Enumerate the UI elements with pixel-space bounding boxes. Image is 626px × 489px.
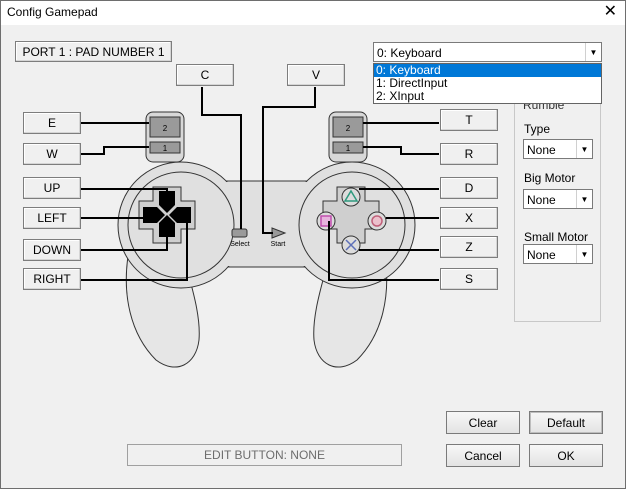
circle-icon [371,215,383,227]
rumble-type-select[interactable]: None ▼ [523,139,593,159]
key-right[interactable]: RIGHT [23,268,81,290]
default-button[interactable]: Default [529,411,603,434]
chevron-down-icon[interactable]: ▼ [576,245,592,263]
edit-status: EDIT BUTTON: NONE [127,444,402,466]
right-shoulder-buttons: 2 1 [328,111,368,163]
l1-label: 1 [163,144,168,153]
close-icon[interactable]: ✕ [604,3,617,21]
window-title: Config Gamepad [7,5,98,19]
start-label: Start [271,241,286,248]
dialog-body: 2 1 2 1 Select Start PORT 1: PAD NUMBER… [1,25,625,488]
clear-button[interactable]: Clear [446,411,520,434]
key-r2[interactable]: T [440,109,498,131]
key-select[interactable]: C [176,64,234,86]
key-start[interactable]: V [287,64,345,86]
device-select-value: 0: Keyboard [377,46,442,60]
device-dropdown-list: 0: Keyboard 1: DirectInput 2: XInput [373,63,602,104]
r2-label: 2 [346,124,351,133]
small-motor-label: Small Motor [524,230,589,244]
ok-button[interactable]: OK [529,444,603,467]
config-gamepad-window: Config Gamepad ✕ 2 1 2 1 Select Start PO… [0,0,626,489]
key-down[interactable]: DOWN [23,239,81,261]
key-up[interactable]: UP [23,177,81,199]
select-button[interactable] [231,228,248,238]
small-motor-value: None [527,248,556,262]
rumble-type-label: Type [524,122,551,136]
device-select[interactable]: 0: Keyboard ▼ [373,42,602,62]
big-motor-label: Big Motor [524,171,576,185]
big-motor-select[interactable]: None ▼ [523,189,593,209]
r1-label: 1 [346,144,351,153]
key-triangle[interactable]: D [440,177,498,199]
key-circle[interactable]: X [440,207,498,229]
rumble-type-value: None [527,143,556,157]
l2-label: 2 [163,124,168,133]
title-bar: Config Gamepad ✕ [1,1,625,25]
left-shoulder-buttons: 2 1 [145,111,185,163]
cancel-button[interactable]: Cancel [446,444,520,467]
big-motor-value: None [527,193,556,207]
key-r1[interactable]: R [440,143,498,165]
key-left[interactable]: LEFT [23,207,81,229]
key-l2[interactable]: E [23,112,81,134]
key-cross[interactable]: Z [440,236,498,258]
port-label: PORT 1 : PAD NUMBER 1 [15,41,172,62]
chevron-down-icon[interactable]: ▼ [576,140,592,158]
chevron-down-icon[interactable]: ▼ [576,190,592,208]
key-square[interactable]: S [440,268,498,290]
small-motor-select[interactable]: None ▼ [523,244,593,264]
key-l1[interactable]: W [23,143,81,165]
select-label: Select [230,241,250,248]
device-option[interactable]: 2: XInput [374,90,601,103]
chevron-down-icon[interactable]: ▼ [585,43,601,61]
